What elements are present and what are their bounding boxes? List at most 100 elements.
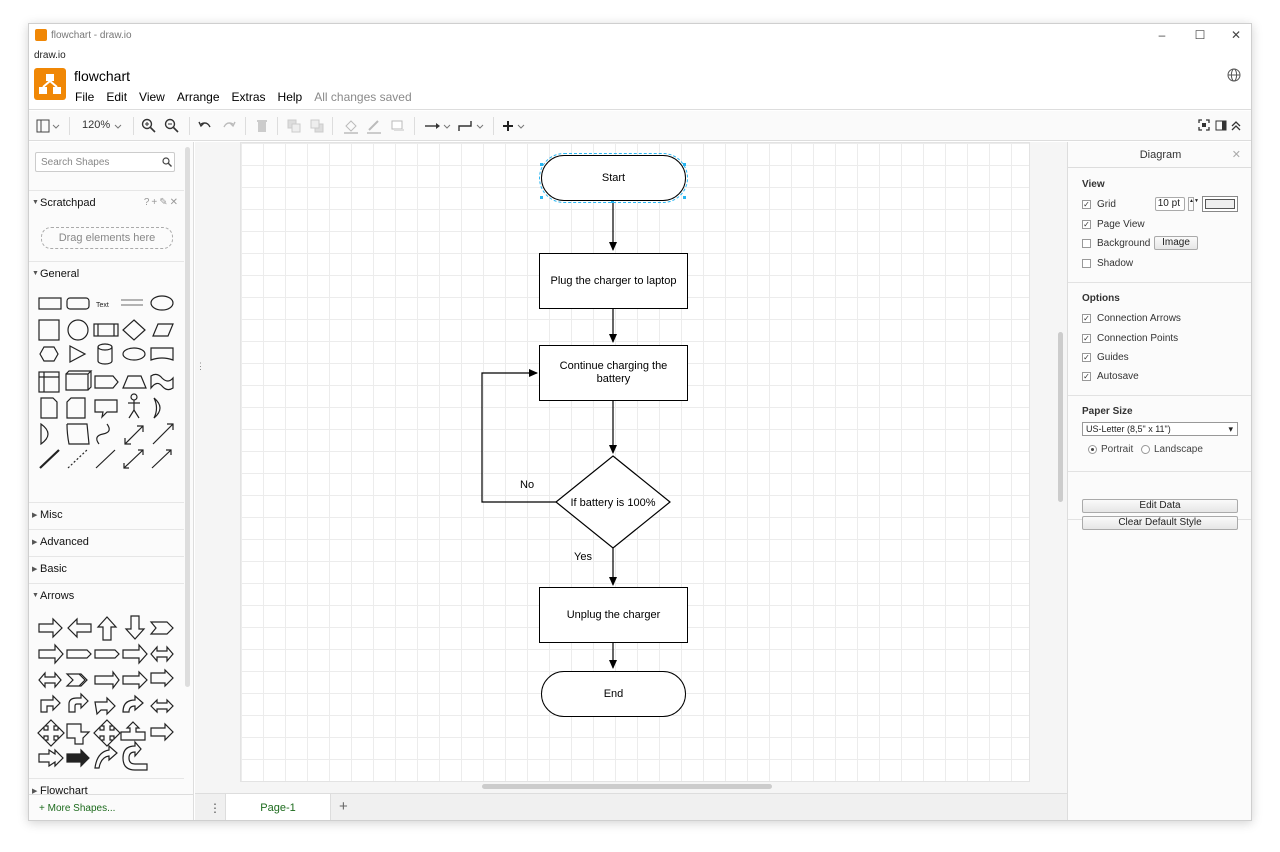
arrows-shapes-palette[interactable] — [37, 612, 177, 772]
selection-handle[interactable] — [540, 196, 543, 199]
shadow-checkbox[interactable]: Shadow — [1082, 258, 1133, 269]
node-decision-label[interactable]: If battery is 100% — [561, 493, 665, 513]
view-panels-icon[interactable] — [36, 118, 60, 134]
maximize-button[interactable]: ☐ — [1181, 24, 1219, 46]
page-view-checkbox[interactable]: ✓ Page View — [1082, 219, 1145, 230]
waypoints-icon[interactable] — [457, 118, 485, 134]
menu-arrange[interactable]: Arrange — [177, 90, 220, 104]
label-no[interactable]: No — [520, 479, 534, 491]
autosave-label: Autosave — [1097, 371, 1139, 382]
to-back-icon[interactable] — [310, 118, 324, 134]
autosave-checkbox[interactable]: ✓ Autosave — [1082, 371, 1139, 382]
scratchpad-dropzone[interactable]: Drag elements here — [41, 227, 173, 249]
guides-label: Guides — [1097, 352, 1129, 363]
collapsed-triangle-icon: ▶ — [32, 539, 38, 546]
section-scratchpad[interactable]: ▼ Scratchpad ?+✎✕ — [29, 190, 184, 214]
paper-size-select[interactable]: US-Letter (8,5" x 11") ▾ — [1082, 422, 1238, 436]
landscape-radio[interactable]: Landscape — [1141, 444, 1203, 455]
portrait-label: Portrait — [1101, 444, 1134, 455]
page-view-label: Page View — [1097, 219, 1145, 230]
section-arrows[interactable]: ▼ Arrows — [29, 583, 184, 607]
general-shapes-palette[interactable]: Text — [37, 290, 177, 470]
vertical-scrollbar[interactable] — [1058, 332, 1063, 502]
language-globe-icon[interactable] — [1227, 68, 1241, 82]
node-unplug-charger[interactable]: Unplug the charger — [539, 587, 688, 643]
node-plug-charger[interactable]: Plug the charger to laptop — [539, 253, 688, 309]
clear-default-style-button[interactable]: Clear Default Style — [1082, 516, 1238, 530]
fill-color-icon[interactable] — [343, 118, 359, 134]
zoom-out-icon[interactable] — [164, 118, 180, 134]
search-icon[interactable] — [162, 157, 172, 167]
zoom-in-icon[interactable] — [141, 118, 157, 134]
grid-size-stepper[interactable]: ▲▼ — [1188, 197, 1199, 211]
scratchpad-tools[interactable]: ?+✎✕ — [144, 197, 180, 208]
sidebar-resize-handle[interactable]: ⋮ — [196, 361, 205, 372]
background-image-button[interactable]: Image — [1154, 236, 1198, 250]
connection-arrows-checkbox[interactable]: ✓ Connection Arrows — [1082, 313, 1181, 324]
portrait-radio[interactable]: Portrait — [1088, 444, 1133, 455]
diagram-page[interactable]: Start Plug the charger to laptop Continu… — [240, 142, 1030, 782]
more-shapes-button[interactable]: + More Shapes... — [29, 794, 193, 820]
checkmark-icon: ✓ — [1082, 334, 1091, 343]
close-window-button[interactable]: ✕ — [1217, 24, 1251, 46]
label-yes[interactable]: Yes — [574, 551, 592, 563]
zoom-level[interactable]: 120% — [82, 119, 110, 135]
scratchpad-label: Scratchpad — [40, 197, 96, 209]
sidebar-scrollbar[interactable] — [185, 147, 190, 687]
section-general[interactable]: ▼ General — [29, 261, 184, 285]
close-icon[interactable]: ✕ — [1232, 148, 1241, 161]
paper-size-section: Paper Size US-Letter (8,5" x 11") ▾ Portr… — [1068, 396, 1251, 472]
diagram-canvas[interactable]: Start Plug the charger to laptop Continu… — [195, 142, 1067, 793]
search-input[interactable]: Search Shapes — [35, 152, 175, 172]
expand-triangle-icon: ▼ — [32, 199, 39, 206]
redo-icon[interactable] — [221, 118, 237, 134]
section-misc[interactable]: ▶ Misc — [29, 502, 184, 526]
grid-checkbox[interactable]: ✓ Grid — [1082, 199, 1116, 210]
pages-menu-icon[interactable]: ⋮ — [209, 801, 221, 815]
selection-handle[interactable] — [683, 196, 686, 199]
menu-view[interactable]: View — [139, 90, 165, 104]
menu-edit[interactable]: Edit — [106, 90, 127, 104]
minimize-button[interactable]: – — [1143, 24, 1181, 46]
node-continue-charging[interactable]: Continue charging the battery — [539, 345, 688, 401]
add-page-icon[interactable]: + — [339, 798, 348, 815]
menu-extras[interactable]: Extras — [232, 90, 266, 104]
save-status[interactable]: All changes saved — [314, 90, 411, 104]
collapse-icon[interactable] — [1229, 118, 1243, 134]
undo-icon[interactable] — [197, 118, 213, 134]
edit-data-button[interactable]: Edit Data — [1082, 499, 1238, 513]
node-end[interactable]: End — [541, 671, 686, 717]
horizontal-scrollbar[interactable] — [482, 784, 772, 789]
insert-plus-icon[interactable] — [501, 118, 527, 134]
background-checkbox[interactable]: Background — [1082, 238, 1150, 249]
chevron-down-icon[interactable] — [113, 118, 123, 134]
shapes-sidebar: Search Shapes ▼ Scratchpad ?+✎✕ Drag ele… — [29, 142, 194, 820]
grid-size-input[interactable]: 10 pt — [1155, 197, 1185, 211]
connection-points-checkbox[interactable]: ✓ Connection Points — [1082, 333, 1178, 344]
to-front-icon[interactable] — [287, 118, 301, 134]
delete-icon[interactable] — [255, 118, 269, 134]
selection-handle[interactable] — [540, 163, 543, 166]
grid-color-button[interactable] — [1202, 196, 1238, 212]
options-section: Options ✓ Connection Arrows ✓ Connection P… — [1068, 283, 1251, 396]
toolbar: 120% — [29, 111, 1251, 141]
selection-handle[interactable] — [683, 163, 686, 166]
expand-triangle-icon: ▼ — [32, 270, 39, 277]
document-title[interactable]: flowchart — [74, 68, 130, 84]
section-advanced[interactable]: ▶ Advanced — [29, 529, 184, 553]
checkmark-icon: ✓ — [1082, 200, 1091, 209]
expand-triangle-icon: ▼ — [32, 592, 39, 599]
shadow-icon[interactable] — [391, 118, 405, 134]
connection-points-label: Connection Points — [1097, 333, 1179, 344]
menu-help[interactable]: Help — [278, 90, 303, 104]
tab-page-1[interactable]: Page-1 — [225, 794, 331, 820]
section-basic[interactable]: ▶ Basic — [29, 556, 184, 580]
format-panel-icon[interactable] — [1214, 118, 1228, 134]
menu-file[interactable]: File — [75, 90, 94, 104]
collapsed-triangle-icon: ▶ — [32, 512, 38, 519]
line-color-icon[interactable] — [366, 118, 382, 134]
fullscreen-icon[interactable] — [1197, 118, 1211, 134]
node-start[interactable]: Start — [539, 153, 688, 203]
connection-style-icon[interactable] — [424, 118, 452, 134]
guides-checkbox[interactable]: ✓ Guides — [1082, 352, 1129, 363]
